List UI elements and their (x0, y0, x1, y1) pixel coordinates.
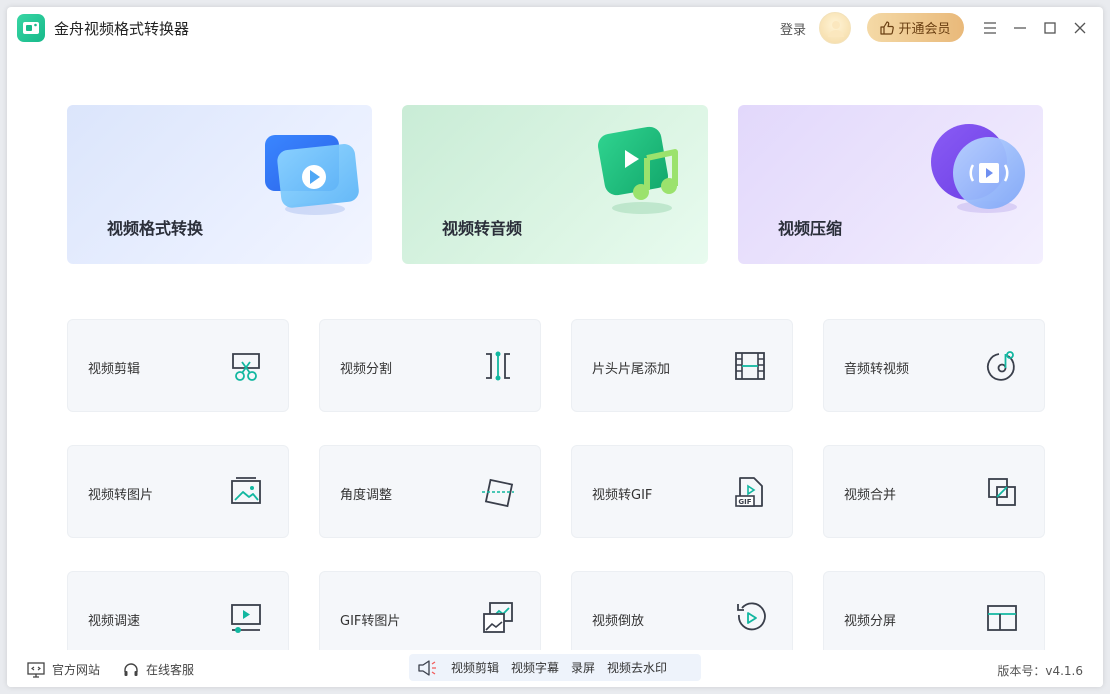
app-logo-icon (17, 14, 45, 42)
tool-intro-outro[interactable]: 片头片尾添加 (571, 319, 793, 412)
video-convert-icon (265, 135, 359, 215)
quick-links-bar: 视频剪辑 视频字幕 录屏 视频去水印 (409, 654, 701, 681)
tool-label: GIF转图片 (340, 614, 401, 629)
split-screen-icon (987, 605, 1017, 631)
music-disc-icon (987, 351, 1015, 381)
tool-label: 视频分割 (340, 362, 393, 377)
official-website-label: 官方网站 (52, 663, 101, 677)
video-compress-icon (931, 124, 1025, 213)
app-window: 金舟视频格式转换器 登录 开通会员 视频格式转换 视频转音频 视频压缩 视频剪辑… (7, 7, 1103, 687)
monitor-code-icon (27, 661, 45, 678)
reverse-play-icon (737, 602, 766, 631)
vip-label: 开通会员 (898, 22, 951, 37)
title-bar: 金舟视频格式转换器 登录 开通会员 (7, 7, 1103, 49)
quick-link-subtitles[interactable]: 视频字幕 (511, 659, 559, 676)
tool-video-merge[interactable]: 视频合并 (823, 445, 1045, 538)
gif-image-icon (483, 602, 513, 633)
merge-icon (988, 478, 1016, 506)
app-title: 金舟视频格式转换器 (54, 20, 190, 38)
feature-card-label: 视频压缩 (778, 219, 843, 238)
thumbs-up-icon (880, 20, 895, 35)
version-label: 版本号：v4.1.6 (997, 664, 1083, 678)
split-icon (486, 351, 510, 381)
tool-gif-to-image[interactable]: GIF转图片 (319, 571, 541, 650)
image-icon (231, 477, 261, 504)
maximize-icon[interactable] (1040, 18, 1060, 38)
tool-video-reverse[interactable]: 视频倒放 (571, 571, 793, 650)
tool-label: 视频转图片 (88, 488, 154, 503)
feature-card-format-convert[interactable]: 视频格式转换 (67, 105, 372, 264)
headset-icon (124, 662, 138, 676)
video-to-audio-icon (598, 126, 678, 214)
tool-video-split[interactable]: 视频分割 (319, 319, 541, 412)
rotate-frame-icon (482, 478, 514, 508)
feature-card-label: 视频转音频 (442, 219, 523, 238)
quick-link-screen-record[interactable]: 录屏 (571, 659, 595, 676)
vip-button[interactable]: 开通会员 (867, 13, 964, 42)
feature-card-video-to-audio[interactable]: 视频转音频 (402, 105, 708, 264)
quick-link-remove-watermark[interactable]: 视频去水印 (607, 659, 667, 676)
avatar[interactable] (819, 12, 851, 44)
tool-label: 视频调速 (88, 614, 141, 629)
tool-label: 片头片尾添加 (592, 362, 671, 377)
tool-angle-adjust[interactable]: 角度调整 (319, 445, 541, 538)
tool-label: 视频合并 (844, 488, 897, 503)
login-link[interactable]: 登录 (780, 19, 806, 38)
film-icon (735, 352, 765, 380)
tool-label: 音频转视频 (844, 362, 910, 377)
gif-file-icon: GIF (735, 477, 763, 507)
speed-screen-icon (231, 604, 261, 633)
tool-video-speed[interactable]: 视频调速 (67, 571, 289, 650)
menu-icon[interactable] (980, 18, 1000, 38)
official-website-link[interactable]: 官方网站 (27, 661, 100, 678)
tool-label: 视频倒放 (592, 614, 645, 629)
tool-video-to-gif[interactable]: 视频转GIF GIF (571, 445, 793, 538)
close-icon[interactable] (1070, 18, 1090, 38)
footer: 官方网站 在线客服 视频剪辑 视频字幕 录屏 视频去水印 版本号：v4.1.6 (7, 650, 1103, 687)
tool-label: 视频转GIF (592, 488, 653, 503)
online-service-label: 在线客服 (146, 663, 195, 677)
svg-text:GIF: GIF (738, 498, 751, 506)
feature-card-label: 视频格式转换 (107, 219, 204, 238)
tool-video-edit[interactable]: 视频剪辑 (67, 319, 289, 412)
megaphone-icon (418, 659, 436, 676)
tools-grid: 视频剪辑 视频分割 片头片尾添加 音频转视频 视频转图片 角度调整 视频转GIF… (7, 307, 1103, 650)
scissors-icon (232, 353, 260, 381)
tool-audio-to-video[interactable]: 音频转视频 (823, 319, 1045, 412)
online-service-link[interactable]: 在线客服 (123, 661, 194, 678)
feature-card-compress[interactable]: 视频压缩 (738, 105, 1043, 264)
tool-label: 视频分屏 (844, 614, 897, 629)
tool-label: 视频剪辑 (88, 362, 141, 377)
quick-link-video-edit[interactable]: 视频剪辑 (451, 659, 499, 676)
minimize-icon[interactable] (1010, 18, 1030, 38)
tool-video-to-image[interactable]: 视频转图片 (67, 445, 289, 538)
tool-label: 角度调整 (340, 488, 393, 503)
tool-split-screen[interactable]: 视频分屏 (823, 571, 1045, 650)
